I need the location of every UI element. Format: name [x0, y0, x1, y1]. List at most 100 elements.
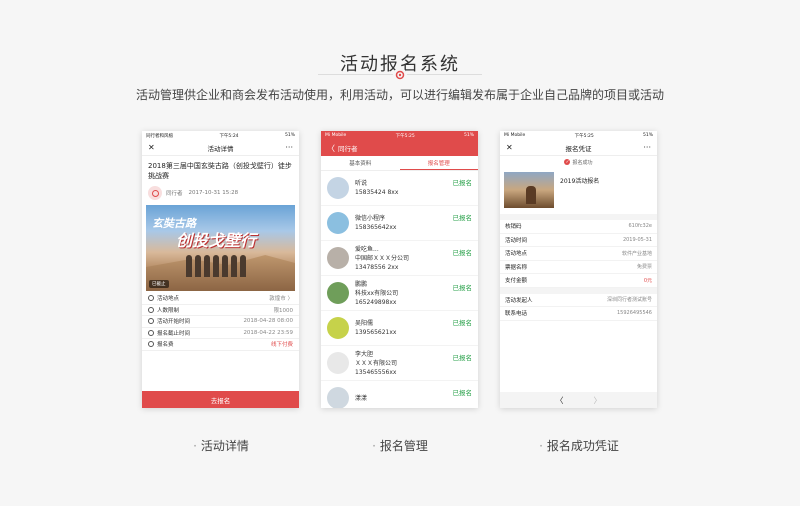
member-company: ＸＸＸ有限公司 — [355, 359, 398, 367]
caption-event-detail: · 活动详情 — [193, 439, 249, 453]
phone-registration-voucher: Mi Mobile 下午5:25 51% ✕ 报名凭证 ··· ✓ 报名成功 2… — [500, 131, 657, 408]
back-icon[interactable]: 〈 — [327, 143, 335, 154]
tab-registration-management[interactable]: 报名管理 — [399, 156, 478, 170]
tab-basic-info[interactable]: 基本资料 — [321, 156, 400, 170]
detail-row: 支付金额 0元 — [500, 274, 657, 288]
row-label: 活动开始时间 — [157, 319, 191, 326]
row-label: 活动地点 — [157, 296, 180, 303]
register-button[interactable]: 去报名 — [142, 391, 299, 408]
closed-badge: 已截止 — [149, 280, 169, 288]
battery: 51% — [284, 133, 295, 138]
detail-row: 活动地点 软件产业基地 — [500, 247, 657, 261]
list-item[interactable]: 漾漾 已报名 — [321, 381, 478, 408]
ticket-name: 2019活动报名 — [560, 178, 600, 185]
member-company: 中国邮ＸＸＸ分公司 — [355, 254, 410, 262]
avatar — [327, 247, 349, 269]
tab-bar: 基本资料 报名管理 — [321, 156, 478, 171]
member-name: 漾漾 — [355, 394, 368, 402]
row-key: 活动地点 — [505, 251, 528, 258]
organizer-row[interactable]: 同行者 2017-10-31 15:28 — [142, 183, 299, 203]
member-phone: 165249898xx — [355, 298, 397, 306]
member-info: 漾漾 — [355, 394, 367, 403]
member-info: 微信小程序 158365642xx — [355, 214, 396, 232]
list-item[interactable]: 李大胆 ＸＸＸ有限公司 135465556xx 已报名 — [321, 346, 478, 381]
organizer-name: 同行者 — [166, 191, 183, 197]
info-row-start: 活动开始时间 2018-04-28 08:00 — [142, 316, 299, 328]
detail-row: 活动发起人 深圳同行者测试账号 — [500, 294, 657, 307]
person-icon — [148, 306, 154, 313]
row-value: 0元 — [643, 277, 652, 284]
row-label: 报名截止时间 — [157, 330, 191, 337]
member-name: 李大胆 — [355, 350, 374, 358]
more-icon[interactable]: ··· — [643, 143, 651, 152]
banner-text-2: 创投戈壁行 — [176, 231, 257, 250]
member-name: 微信小程序 — [355, 215, 386, 222]
avatar — [327, 282, 349, 304]
location-icon — [148, 295, 154, 302]
detail-row: 核销码 610fc32e — [500, 220, 657, 234]
status-badge: 已报名 — [452, 214, 473, 222]
list-item[interactable]: 鹏鹏 科技xx有限公司 165249898xx 已报名 — [321, 276, 478, 311]
nav-bar: ✕ 报名凭证 ··· — [500, 140, 657, 156]
clock-icon — [148, 318, 154, 325]
list-item[interactable]: 听说 15835424 8xx 已报名 — [321, 171, 478, 206]
row-value: 610fc32e — [628, 223, 653, 230]
list-item[interactable]: 微信小程序 158365642xx 已报名 — [321, 206, 478, 241]
status-badge: 已报名 — [452, 284, 473, 292]
success-text: 报名成功 — [572, 159, 593, 166]
row-value: 2018-04-28 08:00 — [243, 318, 293, 325]
member-name: 吴阳儒 — [355, 320, 374, 327]
close-icon[interactable]: ✕ — [506, 143, 513, 152]
row-value: 限1000 — [273, 307, 294, 314]
publish-date: 2017-10-31 15:28 — [188, 190, 239, 196]
detail-row: 票据名称 免费票 — [500, 261, 657, 274]
page-subtitle: 活动管理供企业和商会发布活动使用，利用活动，可以进行编辑发布属于企业自己品牌的项… — [135, 88, 664, 102]
member-company: 科技xx有限公司 — [355, 289, 399, 297]
ticket-card: 2019活动报名 — [500, 168, 657, 214]
member-list: 听说 15835424 8xx 已报名 微信小程序 158365642xx 已报名 爱吃鱼.… — [321, 171, 478, 408]
caption-text: 报名成功凭证 — [546, 439, 619, 453]
member-info: 听说 15835424 8xx — [355, 179, 398, 197]
status-bar: Mi Mobile 下午5:25 51% — [500, 131, 657, 140]
caption-registration-management: · 报名管理 — [372, 439, 428, 453]
member-info: 吴阳儒 139565621xx — [355, 319, 396, 337]
member-info: 李大胆 ＸＸＸ有限公司 135465556xx — [355, 350, 397, 377]
caption-text: 活动详情 — [200, 439, 249, 453]
member-name: 听说 — [355, 180, 368, 187]
row-value: 免费票 — [636, 264, 652, 271]
more-icon[interactable]: ··· — [285, 143, 293, 152]
status-badge: 已报名 — [452, 389, 473, 397]
time: 下午5:25 — [574, 133, 594, 139]
list-item[interactable]: 吴阳儒 139565621xx 已报名 — [321, 311, 478, 346]
forward-icon[interactable]: 〉 — [594, 395, 602, 406]
event-banner: 玄奘古路 创投戈壁行 已截止 — [146, 205, 295, 291]
caption-text: 报名管理 — [379, 439, 428, 453]
clock-icon — [148, 329, 154, 336]
status-badge: 已报名 — [452, 319, 473, 327]
close-icon[interactable]: ✕ — [148, 143, 155, 152]
detail-row[interactable]: 联系电话 15926495546 — [500, 307, 657, 321]
battery: 51% — [642, 133, 653, 138]
member-phone: 135465556xx — [355, 368, 397, 376]
status-badge: 已报名 — [452, 354, 473, 362]
member-name: 爱吃鱼... — [355, 245, 379, 253]
avatar — [327, 387, 349, 408]
check-icon: ✓ — [564, 159, 571, 165]
nav-bar: ✕ 活动详情 ··· — [142, 140, 299, 156]
time: 下午5:24 — [219, 133, 239, 139]
browser-footer: 〈 〉 — [500, 392, 657, 408]
row-value: 深圳同行者测试账号 — [606, 297, 652, 304]
info-row-location[interactable]: 活动地点 敦煌市 〉 — [142, 293, 299, 305]
avatar — [327, 352, 349, 374]
avatar — [327, 212, 349, 234]
row-key: 联系电话 — [505, 311, 528, 318]
status-bar: Mi Mobile 下午5:25 51% — [321, 131, 478, 140]
list-item[interactable]: 爱吃鱼... 中国邮ＸＸＸ分公司 13478556 2xx 已报名 — [321, 241, 478, 276]
battery: 51% — [463, 133, 474, 138]
member-name: 鹏鹏 — [355, 280, 368, 288]
row-value: 2019-05-31 — [622, 236, 652, 243]
caption-voucher: · 报名成功凭证 — [539, 439, 619, 453]
phone-registration-management: Mi Mobile 下午5:25 51% 〈 同行者 基本资料 报名管理 听说 1… — [321, 131, 478, 408]
info-row-limit: 人数限制 限1000 — [142, 305, 299, 316]
back-icon[interactable]: 〈 — [556, 395, 564, 406]
